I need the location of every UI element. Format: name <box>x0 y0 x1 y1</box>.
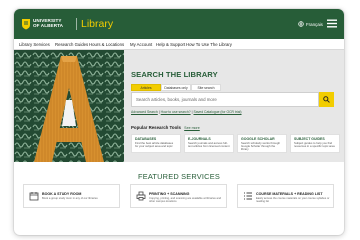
language-toggle[interactable]: Français <box>298 20 323 28</box>
tool-card-desc: Find the best article databases for your… <box>135 140 174 148</box>
service-card-title: COURSE MATERIALS + READING LIST <box>256 192 323 196</box>
tab-databases-only[interactable]: Databases only <box>161 84 191 91</box>
site-header: UNIVERSITY OF ALBERTA Library Français <box>14 9 344 39</box>
featured-services-heading: FEATURED SERVICES <box>138 172 220 181</box>
library-title[interactable]: Library <box>81 17 113 31</box>
see-more-link[interactable]: See more <box>184 126 200 130</box>
tool-card-databases[interactable]: DATABASES Find the best article database… <box>131 134 181 153</box>
service-card-title: PRINTING + SCANNING <box>149 192 190 196</box>
tool-card-desc: Search scholarly works through Google Sc… <box>241 140 281 152</box>
search-box <box>131 92 319 107</box>
how-to-search-link[interactable]: How to use search? <box>161 110 191 114</box>
search-tabs: Articles Databases only Site search <box>131 84 221 91</box>
nav-research-guides[interactable]: Research Guides <box>55 42 88 47</box>
logo-divider <box>76 18 77 30</box>
search-hero: SEARCH THE LIBRARY Articles Databases on… <box>14 50 344 162</box>
search-icon <box>323 96 330 103</box>
list-icon <box>244 192 252 200</box>
search-button[interactable] <box>319 92 334 107</box>
printer-icon <box>136 191 146 201</box>
research-tools-heading: Popular Research Tools See more <box>131 125 200 130</box>
nav-help-support[interactable]: Help & Support <box>156 42 185 47</box>
nav-my-account[interactable]: My Account <box>130 42 152 47</box>
logo-line-2: OF ALBERTA <box>33 23 64 29</box>
service-card-desc: Book a group study room in any of our li… <box>42 196 98 200</box>
advanced-search-link[interactable]: Advanced Search <box>131 110 158 114</box>
search-input[interactable] <box>136 93 316 106</box>
tab-articles[interactable]: Articles <box>131 84 161 91</box>
research-tools-title: Popular Research Tools <box>131 125 181 130</box>
browser-window: UNIVERSITY OF ALBERTA Library Français L… <box>14 9 344 235</box>
nav-how-to-use[interactable]: How To Use The Library <box>186 42 232 47</box>
service-card-title: BOOK A STUDY ROOM <box>42 192 82 196</box>
saved-catalogue-link[interactable]: Saved Catalogue (for OCR trial) <box>193 110 241 114</box>
language-label: Français <box>306 21 323 27</box>
tab-site-search[interactable]: Site search <box>191 84 221 91</box>
hamburger-icon[interactable] <box>327 19 337 28</box>
nav-library-services[interactable]: Library Services <box>19 42 50 47</box>
tool-card-google-scholar[interactable]: GOOGLE SCHOLAR Search scholarly works th… <box>237 134 287 153</box>
university-logo[interactable]: UNIVERSITY OF ALBERTA <box>33 18 63 28</box>
tool-card-subject-guides[interactable]: SUBJECT GUIDES Subject guides to help yo… <box>290 134 340 153</box>
service-card-study-room[interactable]: BOOK A STUDY ROOM Book a group study roo… <box>23 184 120 208</box>
calendar-icon <box>29 192 39 201</box>
service-card-desc: Copying, printing, and scanning are avai… <box>149 196 222 203</box>
search-heading: SEARCH THE LIBRARY <box>131 70 218 79</box>
search-links: Advanced Search | How to use search? | S… <box>131 110 242 114</box>
service-card-course-materials[interactable]: COURSE MATERIALS + READING LIST Easily a… <box>237 184 334 208</box>
main-nav: Library Services Research Guides Hours &… <box>14 39 344 50</box>
service-card-printing[interactable]: PRINTING + SCANNING Copying, printing, a… <box>130 184 227 208</box>
library-letter-a-image <box>14 50 124 162</box>
globe-icon <box>298 21 304 27</box>
university-crest-icon <box>22 19 30 30</box>
service-card-desc: Easily access the course materials on yo… <box>256 196 330 203</box>
tool-card-desc: Search journals and access full-text art… <box>188 140 230 148</box>
nav-hours-locations[interactable]: Hours & Locations <box>89 42 124 47</box>
tool-card-ejournals[interactable]: E-JOURNALS Search journals and access fu… <box>184 134 234 153</box>
tool-card-desc: Subject guides to help you find resource… <box>294 140 335 148</box>
